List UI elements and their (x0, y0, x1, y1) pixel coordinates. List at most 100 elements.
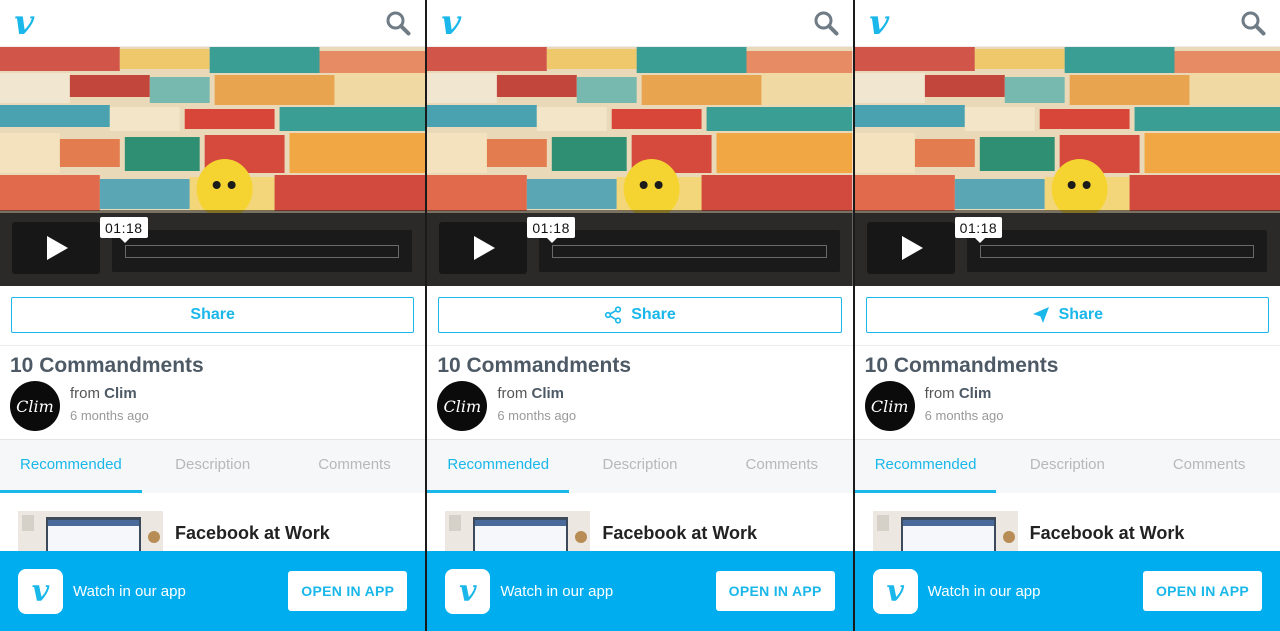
vimeo-logo[interactable]: v (867, 3, 890, 43)
tab-comments[interactable]: Comments (1138, 440, 1280, 493)
author-line: from Clim (925, 385, 1004, 402)
from-prefix: from (70, 385, 100, 402)
tab-description[interactable]: Description (142, 440, 284, 493)
share-label: Share (1058, 306, 1104, 323)
from-prefix: from (924, 385, 955, 402)
top-bar: v (427, 0, 853, 47)
progress-bar[interactable] (966, 230, 1267, 272)
recommended-title[interactable]: Facebook at Work (175, 511, 330, 553)
author-info: from Clim 6 months ago (925, 381, 1004, 439)
player-controls: 01:18 (854, 210, 1280, 286)
play-button[interactable] (12, 222, 100, 274)
avatar[interactable]: Clim (10, 381, 60, 431)
vimeo-app-icon: v (445, 568, 491, 614)
open-in-app-button[interactable]: OPEN IN APP (288, 571, 408, 611)
video-player[interactable]: 01:18 (0, 47, 426, 286)
progress-bar[interactable] (539, 230, 840, 272)
content-tabs: Recommended Description Comments (427, 439, 853, 493)
recommended-title[interactable]: Facebook at Work (602, 511, 757, 553)
share-button[interactable]: Share (11, 297, 415, 333)
app-icon-letter: v (886, 573, 904, 609)
share-section: Share (0, 286, 426, 346)
tab-description[interactable]: Description (569, 440, 711, 493)
author-meta: Clim from Clim 6 months ago (427, 379, 852, 439)
open-in-app-button[interactable]: OPEN IN APP (715, 571, 835, 611)
content-tabs: Recommended Description Comments (0, 439, 426, 493)
app-banner: v Watch in our app OPEN IN APP (427, 551, 853, 631)
author-line: from Clim (497, 385, 576, 402)
vimeo-app-icon: v (872, 568, 918, 614)
tab-description[interactable]: Description (996, 440, 1138, 493)
posted-time: 6 months ago (497, 408, 577, 423)
play-icon (474, 236, 496, 260)
progress-bar[interactable] (112, 230, 413, 272)
posted-time: 6 months ago (70, 408, 149, 423)
player-controls: 01:18 (0, 210, 426, 286)
mobile-screen-1: v 01:18 Share 10 Commandments Clim from … (0, 0, 426, 631)
open-in-app-button[interactable]: OPEN IN APP (1142, 571, 1262, 611)
avatar-signature: Clim (16, 396, 54, 416)
share-section: Share (854, 286, 1280, 346)
vimeo-logo[interactable]: v (440, 3, 463, 43)
search-icon[interactable] (385, 10, 411, 36)
progress-track[interactable] (125, 245, 400, 258)
progress-track[interactable] (979, 245, 1254, 258)
share-button[interactable]: Share (438, 297, 842, 333)
tab-comments[interactable]: Comments (711, 440, 853, 493)
play-icon (901, 236, 923, 260)
list-item[interactable]: Facebook at Work (427, 493, 852, 561)
list-item[interactable]: Facebook at Work (0, 493, 425, 561)
video-title[interactable]: 10 Commandments (0, 346, 425, 379)
play-button[interactable] (866, 222, 955, 274)
duration-badge: 01:18 (954, 217, 1003, 243)
author-name[interactable]: Clim (104, 385, 137, 402)
content-tabs: Recommended Description Comments (854, 439, 1280, 493)
author-name[interactable]: Clim (959, 385, 992, 402)
author-info: from Clim 6 months ago (70, 381, 149, 439)
tab-recommended[interactable]: Recommended (854, 440, 997, 493)
avatar-signature: Clim (443, 396, 482, 416)
author-info: from Clim 6 months ago (497, 381, 576, 439)
video-title[interactable]: 10 Commandments (427, 346, 852, 379)
share-section: Share (427, 286, 853, 346)
avatar[interactable]: Clim (864, 381, 915, 431)
video-player[interactable]: 01:18 (427, 47, 853, 286)
from-prefix: from (497, 385, 528, 402)
top-bar: v (854, 0, 1280, 47)
banner-text: Watch in our app (73, 582, 186, 600)
mobile-screen-3: v 01:18 Share 10 Commandments Clim from … (854, 0, 1280, 631)
tab-recommended[interactable]: Recommended (427, 440, 570, 493)
avatar[interactable]: Clim (437, 381, 488, 431)
search-icon[interactable] (813, 10, 839, 36)
tab-comments[interactable]: Comments (284, 440, 426, 493)
author-meta: Clim from Clim 6 months ago (0, 379, 425, 439)
video-player[interactable]: 01:18 (854, 47, 1280, 286)
author-name[interactable]: Clim (532, 385, 565, 402)
play-button[interactable] (439, 222, 528, 274)
duration-badge: 01:18 (100, 217, 148, 243)
play-icon (47, 236, 68, 260)
app-banner: v Watch in our app OPEN IN APP (854, 551, 1280, 631)
top-bar: v (0, 0, 426, 47)
share-button[interactable]: Share (865, 297, 1269, 333)
banner-text: Watch in our app (500, 582, 614, 600)
video-title[interactable]: 10 Commandments (855, 346, 1280, 379)
app-icon-letter: v (31, 573, 50, 609)
share-label: Share (190, 306, 235, 323)
comparison-row: v 01:18 Share 10 Commandments Clim from … (0, 0, 1280, 631)
mobile-screen-2: v 01:18 Share 10 Commandments Clim from … (427, 0, 853, 631)
recommended-title[interactable]: Facebook at Work (1030, 511, 1185, 553)
app-icon-letter: v (459, 573, 477, 609)
player-controls: 01:18 (427, 210, 853, 286)
search-icon[interactable] (1240, 10, 1266, 36)
list-item[interactable]: Facebook at Work (855, 493, 1280, 561)
share-label: Share (631, 306, 676, 323)
tab-recommended[interactable]: Recommended (0, 440, 142, 493)
vimeo-logo[interactable]: v (13, 3, 36, 43)
author-line: from Clim (70, 385, 149, 402)
posted-time: 6 months ago (924, 408, 1004, 423)
app-banner: v Watch in our app OPEN IN APP (0, 551, 426, 631)
progress-track[interactable] (552, 245, 827, 258)
paper-plane-icon (1032, 307, 1049, 323)
banner-text: Watch in our app (927, 582, 1041, 600)
